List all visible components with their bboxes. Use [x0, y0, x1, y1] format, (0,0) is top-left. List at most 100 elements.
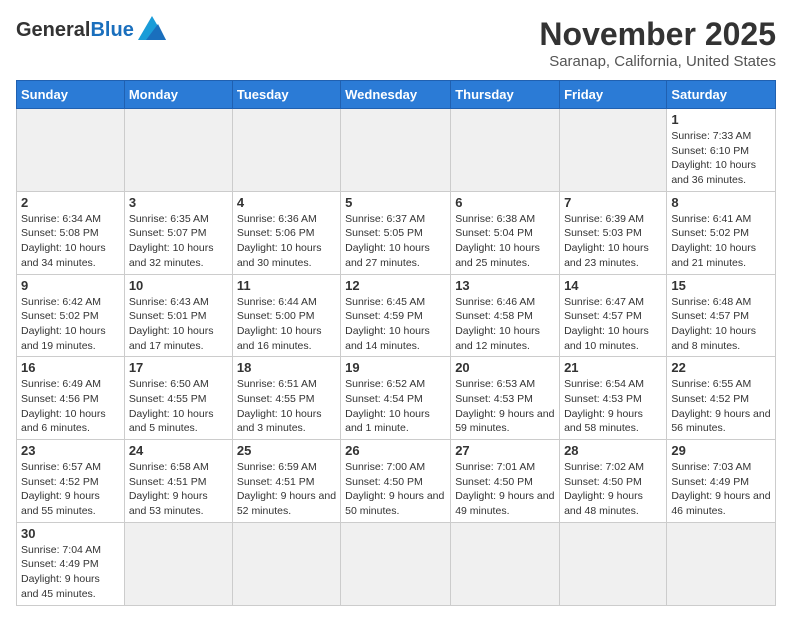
day-number: 20 — [455, 360, 555, 375]
day-info: Sunrise: 7:01 AM Sunset: 4:50 PM Dayligh… — [455, 460, 555, 519]
day-number: 19 — [345, 360, 446, 375]
calendar-cell: 7 Sunrise: 6:39 AM Sunset: 5:03 PM Daylig… — [560, 191, 667, 274]
calendar-cell — [232, 109, 340, 192]
page-header: General Blue November 2025 Saranap, Cali… — [16, 16, 776, 70]
calendar-cell: 26 Sunrise: 7:00 AM Sunset: 4:50 PM Dayli… — [341, 440, 451, 523]
calendar-week-row: 2 Sunrise: 6:34 AM Sunset: 5:08 PM Daylig… — [17, 191, 776, 274]
day-info: Sunrise: 6:41 AM Sunset: 5:02 PM Dayligh… — [671, 212, 771, 271]
day-number: 3 — [129, 195, 228, 210]
day-info: Sunrise: 6:55 AM Sunset: 4:52 PM Dayligh… — [671, 377, 771, 436]
day-number: 4 — [237, 195, 336, 210]
day-number: 15 — [671, 278, 771, 293]
calendar-cell: 18Sunrise: 6:51 AM Sunset: 4:55 PM Dayli… — [232, 357, 340, 440]
day-info: Sunrise: 6:53 AM Sunset: 4:53 PM Dayligh… — [455, 377, 555, 436]
day-info: Sunrise: 7:33 AM Sunset: 6:10 PM Dayligh… — [671, 129, 771, 188]
calendar-week-row: 23Sunrise: 6:57 AM Sunset: 4:52 PM Dayli… — [17, 440, 776, 523]
calendar-cell: 14Sunrise: 6:47 AM Sunset: 4:57 PM Dayli… — [560, 274, 667, 357]
location-title: Saranap, California, United States — [539, 53, 776, 70]
calendar-week-row: 16 Sunrise: 6:49 AM Sunset: 4:56 PM Dayli… — [17, 357, 776, 440]
day-info: Sunrise: 6:54 AM Sunset: 4:53 PM Dayligh… — [564, 377, 662, 436]
weekday-header-tuesday: Tuesday — [232, 81, 340, 109]
day-number: 16 — [21, 360, 120, 375]
day-number: 8 — [671, 195, 771, 210]
calendar-cell: 20 Sunrise: 6:53 AM Sunset: 4:53 PM Dayli… — [451, 357, 560, 440]
calendar-cell: 8 Sunrise: 6:41 AM Sunset: 5:02 PM Daylig… — [667, 191, 776, 274]
calendar-cell — [560, 522, 667, 605]
calendar-week-row: 30Sunrise: 7:04 AM Sunset: 4:49 PM Dayli… — [17, 522, 776, 605]
weekday-header-wednesday: Wednesday — [341, 81, 451, 109]
calendar-cell: 11 Sunrise: 6:44 AM Sunset: 5:00 PM Dayli… — [232, 274, 340, 357]
day-number: 1 — [671, 112, 771, 127]
calendar-cell: 1 Sunrise: 7:33 AM Sunset: 6:10 PM Daylig… — [667, 109, 776, 192]
calendar-week-row: 9Sunrise: 6:42 AM Sunset: 5:02 PM Daylig… — [17, 274, 776, 357]
weekday-header-row: SundayMondayTuesdayWednesdayThursdayFrid… — [17, 81, 776, 109]
calendar-cell: 16 Sunrise: 6:49 AM Sunset: 4:56 PM Dayli… — [17, 357, 125, 440]
calendar-cell: 23Sunrise: 6:57 AM Sunset: 4:52 PM Dayli… — [17, 440, 125, 523]
calendar-cell: 19Sunrise: 6:52 AM Sunset: 4:54 PM Dayli… — [341, 357, 451, 440]
weekday-header-monday: Monday — [124, 81, 232, 109]
day-number: 11 — [237, 278, 336, 293]
day-info: Sunrise: 6:43 AM Sunset: 5:01 PM Dayligh… — [129, 295, 228, 354]
calendar-cell: 28 Sunrise: 7:02 AM Sunset: 4:50 PM Dayli… — [560, 440, 667, 523]
day-number: 7 — [564, 195, 662, 210]
day-number: 26 — [345, 443, 446, 458]
day-info: Sunrise: 6:50 AM Sunset: 4:55 PM Dayligh… — [129, 377, 228, 436]
calendar-cell: 27 Sunrise: 7:01 AM Sunset: 4:50 PM Dayli… — [451, 440, 560, 523]
day-info: Sunrise: 6:49 AM Sunset: 4:56 PM Dayligh… — [21, 377, 120, 436]
calendar-cell: 12Sunrise: 6:45 AM Sunset: 4:59 PM Dayli… — [341, 274, 451, 357]
day-number: 21 — [564, 360, 662, 375]
day-number: 28 — [564, 443, 662, 458]
calendar-table: SundayMondayTuesdayWednesdayThursdayFrid… — [16, 80, 776, 606]
day-info: Sunrise: 7:02 AM Sunset: 4:50 PM Dayligh… — [564, 460, 662, 519]
day-info: Sunrise: 6:57 AM Sunset: 4:52 PM Dayligh… — [21, 460, 120, 519]
day-number: 18 — [237, 360, 336, 375]
day-number: 2 — [21, 195, 120, 210]
day-number: 14 — [564, 278, 662, 293]
calendar-cell — [341, 522, 451, 605]
day-info: Sunrise: 6:39 AM Sunset: 5:03 PM Dayligh… — [564, 212, 662, 271]
calendar-cell: 13Sunrise: 6:46 AM Sunset: 4:58 PM Dayli… — [451, 274, 560, 357]
day-info: Sunrise: 6:34 AM Sunset: 5:08 PM Dayligh… — [21, 212, 120, 271]
calendar-cell — [341, 109, 451, 192]
calendar-week-row: 1 Sunrise: 7:33 AM Sunset: 6:10 PM Daylig… — [17, 109, 776, 192]
calendar-cell — [232, 522, 340, 605]
calendar-cell: 15 Sunrise: 6:48 AM Sunset: 4:57 PM Dayli… — [667, 274, 776, 357]
weekday-header-saturday: Saturday — [667, 81, 776, 109]
day-number: 29 — [671, 443, 771, 458]
calendar-cell: 2 Sunrise: 6:34 AM Sunset: 5:08 PM Daylig… — [17, 191, 125, 274]
day-number: 24 — [129, 443, 228, 458]
day-info: Sunrise: 6:48 AM Sunset: 4:57 PM Dayligh… — [671, 295, 771, 354]
day-number: 22 — [671, 360, 771, 375]
calendar-cell: 30Sunrise: 7:04 AM Sunset: 4:49 PM Dayli… — [17, 522, 125, 605]
calendar-cell — [124, 522, 232, 605]
calendar-cell: 17 Sunrise: 6:50 AM Sunset: 4:55 PM Dayli… — [124, 357, 232, 440]
logo: General Blue — [16, 16, 166, 45]
calendar-cell — [17, 109, 125, 192]
calendar-cell: 10 Sunrise: 6:43 AM Sunset: 5:01 PM Dayli… — [124, 274, 232, 357]
day-number: 12 — [345, 278, 446, 293]
day-info: Sunrise: 7:00 AM Sunset: 4:50 PM Dayligh… — [345, 460, 446, 519]
weekday-header-friday: Friday — [560, 81, 667, 109]
logo-icon — [138, 16, 166, 45]
day-number: 9 — [21, 278, 120, 293]
day-info: Sunrise: 6:38 AM Sunset: 5:04 PM Dayligh… — [455, 212, 555, 271]
day-info: Sunrise: 6:37 AM Sunset: 5:05 PM Dayligh… — [345, 212, 446, 271]
day-number: 13 — [455, 278, 555, 293]
day-number: 6 — [455, 195, 555, 210]
calendar-cell: 5Sunrise: 6:37 AM Sunset: 5:05 PM Daylig… — [341, 191, 451, 274]
calendar-cell: 4Sunrise: 6:36 AM Sunset: 5:06 PM Daylig… — [232, 191, 340, 274]
calendar-cell — [451, 109, 560, 192]
day-number: 27 — [455, 443, 555, 458]
calendar-cell — [667, 522, 776, 605]
calendar-cell: 3 Sunrise: 6:35 AM Sunset: 5:07 PM Daylig… — [124, 191, 232, 274]
calendar-cell — [451, 522, 560, 605]
calendar-cell: 22 Sunrise: 6:55 AM Sunset: 4:52 PM Dayli… — [667, 357, 776, 440]
logo-general-text: General — [16, 19, 90, 42]
calendar-cell: 9Sunrise: 6:42 AM Sunset: 5:02 PM Daylig… — [17, 274, 125, 357]
calendar-cell: 21 Sunrise: 6:54 AM Sunset: 4:53 PM Dayli… — [560, 357, 667, 440]
day-info: Sunrise: 6:35 AM Sunset: 5:07 PM Dayligh… — [129, 212, 228, 271]
weekday-header-sunday: Sunday — [17, 81, 125, 109]
day-number: 10 — [129, 278, 228, 293]
day-info: Sunrise: 6:44 AM Sunset: 5:00 PM Dayligh… — [237, 295, 336, 354]
day-number: 17 — [129, 360, 228, 375]
